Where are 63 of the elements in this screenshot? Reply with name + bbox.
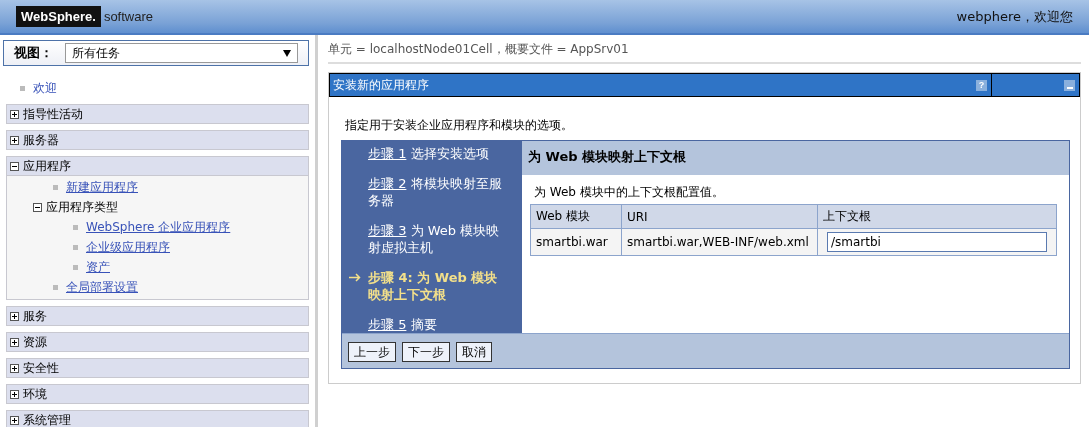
intro-text: 指定用于安装企业应用程序和模块的选项。 <box>345 117 574 134</box>
step-link[interactable]: 步骤 1 <box>368 146 407 161</box>
nav-link[interactable]: 企业级应用程序 <box>86 238 170 256</box>
table-cell: smartbi.war,WEB-INF/web.xml <box>621 228 818 256</box>
dropdown-icon <box>283 49 291 57</box>
step-link[interactable]: 步骤 2 <box>368 176 407 191</box>
expand-icon[interactable] <box>10 311 19 321</box>
panel-title: 安装新的应用程序 <box>332 76 430 94</box>
expand-icon[interactable] <box>10 337 19 347</box>
wizard-button[interactable]: 取消 <box>456 342 492 362</box>
wizard-button[interactable]: 上一步 <box>348 342 396 362</box>
column-header: 上下文根 <box>817 204 1057 229</box>
breadcrumb: 单元 = localhostNode01Cell，概要文件 = AppSrv01 <box>328 41 1081 64</box>
expand-icon[interactable] <box>10 389 19 399</box>
collapse-icon[interactable] <box>33 202 42 212</box>
column-header: URI <box>621 204 818 229</box>
bullet-icon <box>73 244 78 250</box>
wizard-button[interactable]: 下一步 <box>402 342 450 362</box>
minimize-button[interactable] <box>1064 79 1075 91</box>
bullet-icon <box>73 224 78 230</box>
view-label: 视图： <box>14 44 53 62</box>
brand-logo: WebSphere. <box>16 6 101 27</box>
nav-section[interactable]: 服务器 <box>6 130 309 150</box>
step-item[interactable]: 步骤 1 选择安装选项 <box>368 145 489 162</box>
arrow-icon <box>349 273 361 282</box>
expand-icon[interactable] <box>10 363 19 373</box>
nav-link[interactable]: 新建应用程序 <box>66 178 138 196</box>
expand-icon[interactable] <box>10 109 19 119</box>
step-description: 为 Web 模块中的上下文根配置值。 <box>534 184 725 201</box>
nav-section[interactable]: 应用程序 <box>6 156 309 176</box>
nav-section[interactable]: 安全性 <box>6 358 309 378</box>
minimize-icon <box>1066 86 1073 89</box>
nav-link[interactable]: 全局部署设置 <box>66 278 138 296</box>
step-link[interactable]: 步骤 5 <box>368 317 407 332</box>
nav-section[interactable]: 指导性活动 <box>6 104 309 124</box>
step-title: 为 Web 模块映射上下文根 <box>522 141 1069 175</box>
nav-section[interactable]: 服务 <box>6 306 309 326</box>
step-item[interactable]: 步骤 4: 为 Web 模块映射上下文根 <box>368 269 506 303</box>
column-header: Web 模块 <box>530 204 622 229</box>
bullet-icon <box>20 85 25 91</box>
table-cell: smartbi.war <box>530 228 622 256</box>
bullet-icon <box>53 184 58 190</box>
nav-section[interactable]: 系统管理 <box>6 410 309 427</box>
expand-icon[interactable] <box>10 135 19 145</box>
bullet-icon <box>53 284 58 290</box>
nav-link[interactable]: 欢迎 <box>33 79 57 97</box>
welcome-text: webphere，欢迎您 <box>956 7 1073 26</box>
nav-group-label[interactable]: 应用程序类型 <box>46 198 118 216</box>
expand-icon[interactable] <box>10 415 19 425</box>
step-link[interactable]: 步骤 3 <box>368 223 407 238</box>
step-item[interactable]: 步骤 2 将模块映射至服务器 <box>368 175 506 209</box>
brand-suffix: software <box>103 9 154 24</box>
view-select[interactable]: 所有任务 <box>65 43 298 63</box>
bullet-icon <box>73 264 78 270</box>
nav-link[interactable]: 资产 <box>86 258 110 276</box>
nav-link[interactable]: WebSphere 企业应用程序 <box>86 218 231 236</box>
step-item[interactable]: 步骤 3 为 Web 模块映射虚拟主机 <box>368 222 506 256</box>
nav-section[interactable]: 环境 <box>6 384 309 404</box>
input-field[interactable]: /smartbi <box>827 232 1047 252</box>
step-link[interactable]: 步骤 4: <box>368 270 413 285</box>
step-item[interactable]: 步骤 5 摘要 <box>368 316 437 333</box>
collapse-icon[interactable] <box>10 161 19 171</box>
nav-section[interactable]: 资源 <box>6 332 309 352</box>
